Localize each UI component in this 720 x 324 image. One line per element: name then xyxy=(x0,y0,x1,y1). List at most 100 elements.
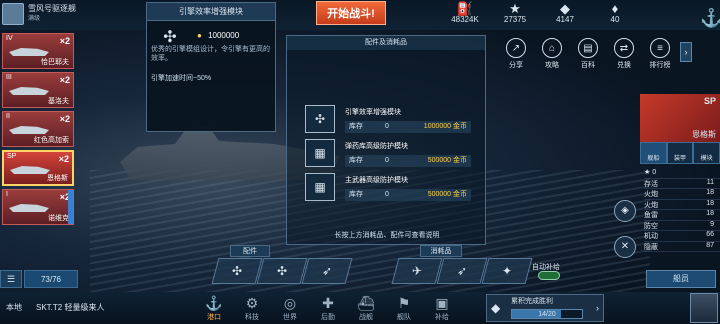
fleet-card[interactable]: SP ×2 恩格斯 xyxy=(2,150,74,186)
part-row[interactable]: ▦ 弹药库高级防护模块 库存 0 500000 金币 xyxy=(305,139,471,167)
part-icon: ▦ xyxy=(305,173,335,201)
tooltip-description: 优秀的引擎模组设计，令引擎有更高的效率。 xyxy=(151,46,270,62)
nav-label: 后勤 xyxy=(321,314,335,321)
crew-button[interactable]: 船员 xyxy=(646,270,716,288)
stat-row: 鱼雷 18 xyxy=(644,210,720,221)
ship-card-name: 恩格斯 xyxy=(47,175,68,182)
menu-icon: ⌂ xyxy=(542,38,562,58)
star-icon: ★ xyxy=(644,169,653,176)
menu-item[interactable]: ⌂ 攻略 xyxy=(536,38,568,72)
top-bar: 雪风号驱逐舰 满级 开始战斗! ⛽ 48324K ★ 27375 ◆ 4147 ♦ 40 ⚓ xyxy=(0,0,720,30)
multiplier-badge: ×2 xyxy=(58,154,69,164)
ship-tab[interactable]: 舰船 xyxy=(640,142,667,164)
star-value: 0 xyxy=(652,169,657,176)
part-slot-3[interactable]: ➶ xyxy=(301,258,353,284)
stat-value: 18 xyxy=(706,189,714,196)
chat-notice[interactable]: SKT.T2 轻量级来人 xyxy=(36,302,104,313)
propeller-icon: ✣ xyxy=(276,264,288,278)
resource-oil[interactable]: ⛽ 48324K xyxy=(442,2,488,24)
part-slot-1[interactable]: ✣ xyxy=(211,258,263,284)
tab-parts[interactable]: 配件 xyxy=(230,245,270,257)
consumable-slot-3[interactable]: ✦ xyxy=(481,258,533,284)
part-row[interactable]: ✣ 引擎效率增强模块 库存 0 1000000 金币 xyxy=(305,105,471,133)
menu-label: 兑换 xyxy=(617,62,631,69)
tooltip-price: ● 1000000 xyxy=(197,31,240,40)
auto-supply-toggle[interactable] xyxy=(538,271,560,280)
consumable-slot-1[interactable]: ✈ xyxy=(391,258,443,284)
stat-value: 9 xyxy=(710,220,714,228)
fleet-card[interactable]: I ×2 诺维克 xyxy=(2,189,74,225)
menu-item[interactable]: ≡ 排行榜 xyxy=(644,38,676,72)
stat-label: 火炮 xyxy=(644,201,658,209)
nav-item[interactable]: ⛴ 战舰 xyxy=(348,292,384,324)
consumable-slot-2[interactable]: ➶ xyxy=(436,258,488,284)
parts-header: 配件及消耗品 xyxy=(287,36,485,50)
stock-label: 库存 xyxy=(349,157,363,164)
ship-portrait[interactable]: SP 恩格斯 xyxy=(640,94,720,142)
ship-icon xyxy=(9,48,49,56)
resource-value: 48324K xyxy=(451,15,479,24)
tool-icon: ✦ xyxy=(501,264,513,278)
menu-item[interactable]: ▤ 百科 xyxy=(572,38,604,72)
secretary-avatar[interactable] xyxy=(690,293,718,323)
fleet-card[interactable]: III ×2 基洛夫 xyxy=(2,72,74,108)
multiplier-badge: ×2 xyxy=(59,75,70,85)
fleet-card[interactable]: IV ×2 恰巴耶夫 xyxy=(2,33,74,69)
nav-item[interactable]: ◎ 世界 xyxy=(272,292,308,324)
resource-diamond[interactable]: ◆ 4147 xyxy=(542,2,588,24)
achievement-progress[interactable]: ◆ 累积完成胜利 14/20 › xyxy=(486,294,604,322)
part-slot-2[interactable]: ✣ xyxy=(256,258,308,284)
menu-icon: ≡ xyxy=(650,38,670,58)
ship-name: 恩格斯 xyxy=(692,130,716,139)
part-price[interactable]: 500000 金币 xyxy=(428,189,467,201)
resource-gem[interactable]: ♦ 40 xyxy=(592,2,638,24)
part-row[interactable]: ▦ 主武器高级防护模块 库存 0 500000 金币 xyxy=(305,173,471,201)
chevron-right-icon: › xyxy=(596,303,599,313)
nav-icon: ▣ xyxy=(435,295,449,311)
nav-item[interactable]: ▣ 补给 xyxy=(424,292,460,324)
ship-card-name: 诺维克 xyxy=(48,215,69,222)
ship-tab[interactable]: 模块 xyxy=(693,142,720,164)
ship-icon xyxy=(9,204,49,212)
wrench-icon[interactable]: ✕ xyxy=(614,236,636,258)
stat-label: 火炮 xyxy=(644,191,658,198)
fleet-count: 73/76 xyxy=(24,270,78,288)
nav-label: 世界 xyxy=(283,314,297,321)
resource-star[interactable]: ★ 27375 xyxy=(492,2,538,24)
player-info[interactable]: 雪风号驱逐舰 满级 xyxy=(2,2,142,26)
nav-item[interactable]: ⚙ 科技 xyxy=(234,292,270,324)
chevron-right-icon[interactable]: › xyxy=(680,42,692,62)
list-icon[interactable]: ☰ xyxy=(0,270,22,288)
nav-item[interactable]: ✚ 后勤 xyxy=(310,292,346,324)
menu-icon: ↗ xyxy=(506,38,526,58)
stat-row: 防空 9 xyxy=(644,220,720,231)
stat-label: 存活 xyxy=(644,180,658,188)
part-price[interactable]: 500000 金币 xyxy=(428,155,467,167)
nav-icon: ⚙ xyxy=(245,295,259,311)
nav-item[interactable]: ⚑ 舰队 xyxy=(386,292,422,324)
stat-label: 机动 xyxy=(644,233,658,240)
multiplier-badge: ×2 xyxy=(59,114,70,124)
part-price[interactable]: 1000000 金币 xyxy=(424,121,467,133)
achievement-count: 14/20 xyxy=(538,311,556,318)
stock-value: 0 xyxy=(385,191,389,198)
menu-item[interactable]: ⇄ 兑换 xyxy=(608,38,640,72)
fleet-card[interactable]: II ×2 红色高加索 xyxy=(2,111,74,147)
ship-tab[interactable]: 装甲 xyxy=(666,142,694,164)
menu-item[interactable]: ↗ 分享 xyxy=(500,38,532,72)
anchor-icon[interactable]: ⚓ xyxy=(700,8,720,29)
oil-icon: ⛽ xyxy=(456,1,474,16)
shield-icon[interactable]: ◈ xyxy=(614,200,636,222)
nav-item[interactable]: ⚓ 港口 xyxy=(196,292,232,324)
fleet-count-bar: ☰ 73/76 xyxy=(0,270,78,288)
avatar[interactable] xyxy=(2,3,24,25)
stock-value: 0 xyxy=(385,157,389,164)
tab-consumables[interactable]: 消耗品 xyxy=(420,245,462,257)
menu-icon: ▤ xyxy=(578,38,598,58)
menu-label: 排行榜 xyxy=(649,62,671,69)
start-battle-button[interactable]: 开始战斗! xyxy=(316,1,386,25)
stat-label: 防空 xyxy=(644,222,658,230)
nav-label: 战舰 xyxy=(359,314,373,321)
ship-tabs: 舰船 装甲 模块 xyxy=(640,142,720,164)
gem-icon: ◆ xyxy=(491,301,501,315)
